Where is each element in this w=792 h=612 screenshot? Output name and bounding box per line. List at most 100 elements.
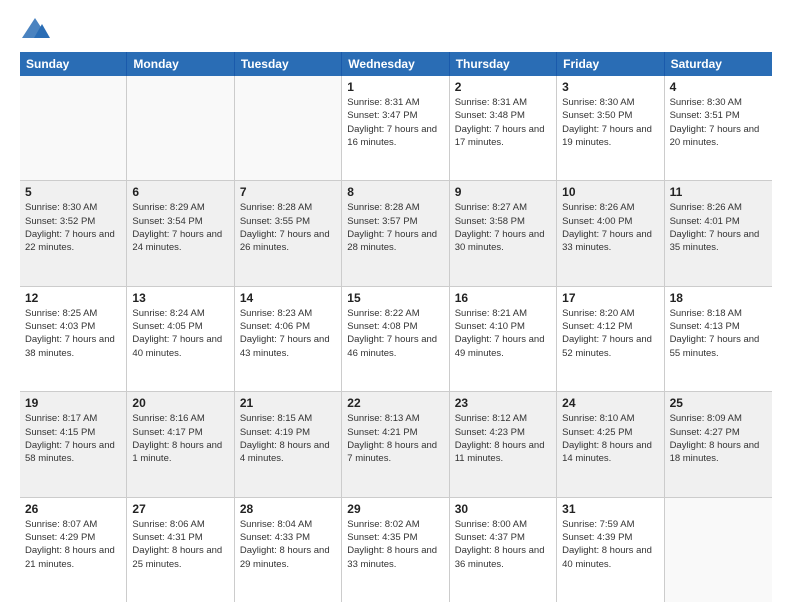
day-content: Sunrise: 8:30 AM Sunset: 3:51 PM Dayligh…: [670, 96, 767, 149]
day-number: 2: [455, 80, 551, 94]
day-number: 8: [347, 185, 443, 199]
day-number: 17: [562, 291, 658, 305]
day-number: 26: [25, 502, 121, 516]
day-content: Sunrise: 8:06 AM Sunset: 4:31 PM Dayligh…: [132, 518, 228, 571]
day-number: 18: [670, 291, 767, 305]
day-number: 16: [455, 291, 551, 305]
day-cell-10: 10 Sunrise: 8:26 AM Sunset: 4:00 PM Dayli…: [557, 181, 664, 285]
empty-cell: [235, 76, 342, 180]
header-day-monday: Monday: [127, 52, 234, 76]
week-2: 5 Sunrise: 8:30 AM Sunset: 3:52 PM Daylig…: [20, 181, 772, 286]
empty-cell: [127, 76, 234, 180]
day-cell-2: 2 Sunrise: 8:31 AM Sunset: 3:48 PM Daylig…: [450, 76, 557, 180]
day-number: 5: [25, 185, 121, 199]
logo-icon: [20, 16, 50, 44]
day-number: 25: [670, 396, 767, 410]
day-number: 24: [562, 396, 658, 410]
day-cell-3: 3 Sunrise: 8:30 AM Sunset: 3:50 PM Daylig…: [557, 76, 664, 180]
day-number: 9: [455, 185, 551, 199]
day-cell-15: 15Sunrise: 8:22 AM Sunset: 4:08 PM Dayli…: [342, 287, 449, 391]
empty-cell: [20, 76, 127, 180]
day-content: Sunrise: 8:31 AM Sunset: 3:48 PM Dayligh…: [455, 96, 551, 149]
day-number: 13: [132, 291, 228, 305]
header-day-saturday: Saturday: [665, 52, 772, 76]
day-content: Sunrise: 8:20 AM Sunset: 4:12 PM Dayligh…: [562, 307, 658, 360]
day-content: Sunrise: 8:10 AM Sunset: 4:25 PM Dayligh…: [562, 412, 658, 465]
day-number: 30: [455, 502, 551, 516]
page: SundayMondayTuesdayWednesdayThursdayFrid…: [0, 0, 792, 612]
day-content: Sunrise: 8:30 AM Sunset: 3:50 PM Dayligh…: [562, 96, 658, 149]
day-cell-21: 21 Sunrise: 8:15 AM Sunset: 4:19 PM Dayli…: [235, 392, 342, 496]
day-cell-24: 24 Sunrise: 8:10 AM Sunset: 4:25 PM Dayli…: [557, 392, 664, 496]
day-cell-23: 23 Sunrise: 8:12 AM Sunset: 4:23 PM Dayli…: [450, 392, 557, 496]
logo: [20, 16, 54, 44]
header-day-wednesday: Wednesday: [342, 52, 449, 76]
day-content: Sunrise: 8:17 AM Sunset: 4:15 PM Dayligh…: [25, 412, 121, 465]
day-cell-6: 6 Sunrise: 8:29 AM Sunset: 3:54 PM Daylig…: [127, 181, 234, 285]
day-number: 6: [132, 185, 228, 199]
day-content: Sunrise: 8:28 AM Sunset: 3:57 PM Dayligh…: [347, 201, 443, 254]
day-cell-28: 28 Sunrise: 8:04 AM Sunset: 4:33 PM Dayli…: [235, 498, 342, 602]
day-cell-25: 25Sunrise: 8:09 AM Sunset: 4:27 PM Dayli…: [665, 392, 772, 496]
day-number: 22: [347, 396, 443, 410]
day-cell-1: 1 Sunrise: 8:31 AM Sunset: 3:47 PM Daylig…: [342, 76, 449, 180]
day-content: Sunrise: 8:22 AM Sunset: 4:08 PM Dayligh…: [347, 307, 443, 360]
day-cell-17: 17 Sunrise: 8:20 AM Sunset: 4:12 PM Dayli…: [557, 287, 664, 391]
day-cell-11: 11Sunrise: 8:26 AM Sunset: 4:01 PM Dayli…: [665, 181, 772, 285]
day-number: 4: [670, 80, 767, 94]
day-content: Sunrise: 8:26 AM Sunset: 4:01 PM Dayligh…: [670, 201, 767, 254]
day-content: Sunrise: 8:18 AM Sunset: 4:13 PM Dayligh…: [670, 307, 767, 360]
header-day-sunday: Sunday: [20, 52, 127, 76]
day-cell-31: 31 Sunrise: 7:59 AM Sunset: 4:39 PM Dayli…: [557, 498, 664, 602]
day-cell-12: 12 Sunrise: 8:25 AM Sunset: 4:03 PM Dayli…: [20, 287, 127, 391]
day-number: 1: [347, 80, 443, 94]
day-number: 19: [25, 396, 121, 410]
day-cell-19: 19 Sunrise: 8:17 AM Sunset: 4:15 PM Dayli…: [20, 392, 127, 496]
day-cell-14: 14Sunrise: 8:23 AM Sunset: 4:06 PM Dayli…: [235, 287, 342, 391]
day-cell-9: 9Sunrise: 8:27 AM Sunset: 3:58 PM Daylig…: [450, 181, 557, 285]
day-content: Sunrise: 8:30 AM Sunset: 3:52 PM Dayligh…: [25, 201, 121, 254]
day-content: Sunrise: 7:59 AM Sunset: 4:39 PM Dayligh…: [562, 518, 658, 571]
day-cell-8: 8 Sunrise: 8:28 AM Sunset: 3:57 PM Daylig…: [342, 181, 449, 285]
day-number: 7: [240, 185, 336, 199]
day-number: 31: [562, 502, 658, 516]
day-cell-5: 5 Sunrise: 8:30 AM Sunset: 3:52 PM Daylig…: [20, 181, 127, 285]
day-content: Sunrise: 8:23 AM Sunset: 4:06 PM Dayligh…: [240, 307, 336, 360]
day-number: 12: [25, 291, 121, 305]
header-day-thursday: Thursday: [450, 52, 557, 76]
day-cell-7: 7Sunrise: 8:28 AM Sunset: 3:55 PM Daylig…: [235, 181, 342, 285]
day-number: 29: [347, 502, 443, 516]
day-cell-16: 16 Sunrise: 8:21 AM Sunset: 4:10 PM Dayli…: [450, 287, 557, 391]
day-content: Sunrise: 8:04 AM Sunset: 4:33 PM Dayligh…: [240, 518, 336, 571]
day-content: Sunrise: 8:25 AM Sunset: 4:03 PM Dayligh…: [25, 307, 121, 360]
calendar: SundayMondayTuesdayWednesdayThursdayFrid…: [20, 52, 772, 602]
day-content: Sunrise: 8:29 AM Sunset: 3:54 PM Dayligh…: [132, 201, 228, 254]
day-cell-18: 18 Sunrise: 8:18 AM Sunset: 4:13 PM Dayli…: [665, 287, 772, 391]
calendar-body: 1 Sunrise: 8:31 AM Sunset: 3:47 PM Daylig…: [20, 76, 772, 602]
day-number: 21: [240, 396, 336, 410]
day-content: Sunrise: 8:15 AM Sunset: 4:19 PM Dayligh…: [240, 412, 336, 465]
day-content: Sunrise: 8:07 AM Sunset: 4:29 PM Dayligh…: [25, 518, 121, 571]
day-number: 23: [455, 396, 551, 410]
header-day-tuesday: Tuesday: [235, 52, 342, 76]
day-content: Sunrise: 8:24 AM Sunset: 4:05 PM Dayligh…: [132, 307, 228, 360]
week-5: 26 Sunrise: 8:07 AM Sunset: 4:29 PM Dayli…: [20, 498, 772, 602]
day-content: Sunrise: 8:00 AM Sunset: 4:37 PM Dayligh…: [455, 518, 551, 571]
calendar-header: SundayMondayTuesdayWednesdayThursdayFrid…: [20, 52, 772, 76]
day-number: 3: [562, 80, 658, 94]
day-cell-20: 20Sunrise: 8:16 AM Sunset: 4:17 PM Dayli…: [127, 392, 234, 496]
header: [20, 16, 772, 44]
day-content: Sunrise: 8:12 AM Sunset: 4:23 PM Dayligh…: [455, 412, 551, 465]
day-content: Sunrise: 8:26 AM Sunset: 4:00 PM Dayligh…: [562, 201, 658, 254]
day-number: 20: [132, 396, 228, 410]
week-3: 12 Sunrise: 8:25 AM Sunset: 4:03 PM Dayli…: [20, 287, 772, 392]
day-number: 10: [562, 185, 658, 199]
day-content: Sunrise: 8:31 AM Sunset: 3:47 PM Dayligh…: [347, 96, 443, 149]
day-cell-22: 22 Sunrise: 8:13 AM Sunset: 4:21 PM Dayli…: [342, 392, 449, 496]
day-content: Sunrise: 8:13 AM Sunset: 4:21 PM Dayligh…: [347, 412, 443, 465]
day-cell-30: 30 Sunrise: 8:00 AM Sunset: 4:37 PM Dayli…: [450, 498, 557, 602]
day-cell-29: 29 Sunrise: 8:02 AM Sunset: 4:35 PM Dayli…: [342, 498, 449, 602]
day-number: 28: [240, 502, 336, 516]
day-content: Sunrise: 8:02 AM Sunset: 4:35 PM Dayligh…: [347, 518, 443, 571]
day-content: Sunrise: 8:21 AM Sunset: 4:10 PM Dayligh…: [455, 307, 551, 360]
